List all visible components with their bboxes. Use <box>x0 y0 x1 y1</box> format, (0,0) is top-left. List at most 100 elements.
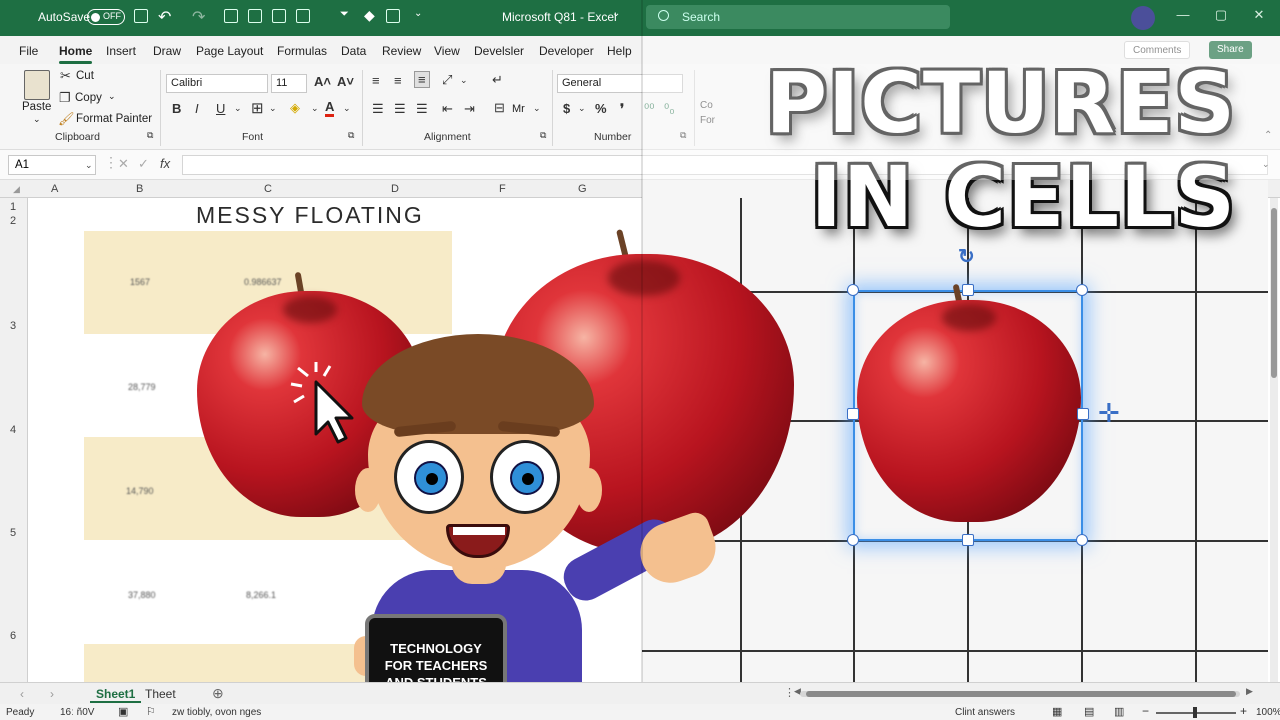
page-break-view-icon[interactable]: ▥ <box>1114 705 1124 718</box>
underline-icon[interactable]: U <box>216 101 225 116</box>
save-icon[interactable] <box>134 9 148 23</box>
print-icon[interactable] <box>296 9 310 23</box>
tab-home[interactable]: Home <box>59 44 93 64</box>
italic-icon[interactable]: I <box>195 101 199 116</box>
column-header-c[interactable]: C <box>264 183 272 195</box>
column-header-b[interactable]: B <box>136 183 143 195</box>
align-top-icon[interactable]: ≡ <box>372 73 380 88</box>
fill-color-icon[interactable]: ◈ <box>290 100 300 116</box>
tab-file[interactable]: File <box>19 44 38 58</box>
scroll-right-icon[interactable]: ▶ <box>1246 686 1253 697</box>
search-box[interactable]: Search <box>646 5 950 29</box>
bold-icon[interactable]: B <box>172 101 181 116</box>
tab-page-layout[interactable]: Page Layout <box>196 44 263 58</box>
filter-icon[interactable]: ⏷ <box>340 8 349 21</box>
font-launcher-icon[interactable]: ⧉ <box>348 130 354 141</box>
column-header-a[interactable]: A <box>51 183 58 195</box>
tab-data[interactable]: Data <box>341 44 366 58</box>
percent-icon[interactable]: % <box>595 101 607 116</box>
rotate-handle-icon[interactable]: ↻ <box>958 244 975 269</box>
prev-sheet-icon[interactable]: ‹ <box>20 687 24 701</box>
zoom-in-icon[interactable]: + <box>1240 704 1247 718</box>
grow-font-icon[interactable]: A˄ <box>314 74 331 89</box>
add-sheet-icon[interactable]: ⊕ <box>212 685 224 702</box>
align-right-icon[interactable]: ☰ <box>416 101 428 117</box>
zoom-out-icon[interactable]: − <box>1142 704 1149 718</box>
resize-handle[interactable] <box>962 284 974 296</box>
tab-view[interactable]: View <box>434 44 460 58</box>
underline-chevron-icon[interactable]: ⌄ <box>234 103 242 114</box>
customize-qat-icon[interactable]: ⌄ <box>414 8 422 19</box>
name-box-chevron-icon[interactable]: ⌄ <box>85 160 93 171</box>
shrink-font-icon[interactable]: A˅ <box>337 74 354 89</box>
format-painter-button[interactable]: Format Painter <box>76 113 152 125</box>
copy-button[interactable]: Copy <box>75 92 102 104</box>
paste-icon[interactable] <box>24 70 50 100</box>
borders-icon[interactable]: ⊞ <box>251 99 264 117</box>
title-chevron-down-icon[interactable]: ⌄ <box>612 8 620 19</box>
check-icon[interactable] <box>386 9 400 23</box>
cell-value[interactable]: 8,266.1 <box>246 590 276 600</box>
cell-value[interactable]: 1567 <box>130 277 150 287</box>
align-left-icon[interactable]: ☰ <box>372 101 384 117</box>
orientation-icon[interactable]: ⤢ <box>442 72 452 88</box>
increase-indent-icon[interactable]: ⇥ <box>464 101 475 117</box>
resize-handle[interactable] <box>962 534 974 546</box>
decrease-indent-icon[interactable]: ⇤ <box>442 101 453 117</box>
resize-handle[interactable] <box>847 408 859 420</box>
merge-chevron-icon[interactable]: ⌄ <box>533 103 541 114</box>
tab-develsler[interactable]: Develsler <box>474 44 524 58</box>
insert-function-icon[interactable]: fx <box>160 156 170 171</box>
copy-chevron-icon[interactable]: ⌄ <box>108 91 116 102</box>
close-icon[interactable]: ✕ <box>1252 8 1266 22</box>
zoom-level[interactable]: 100% <box>1256 707 1280 718</box>
tab-insert[interactable]: Insert <box>106 44 136 58</box>
merge-center-button[interactable]: Mr <box>512 103 525 115</box>
column-header-d[interactable]: D <box>391 183 399 195</box>
document-icon[interactable] <box>248 9 262 23</box>
name-box[interactable]: A1 <box>8 155 96 175</box>
resize-handle[interactable] <box>1077 408 1089 420</box>
row-header-3[interactable]: 3 <box>10 320 16 332</box>
font-name-select[interactable]: Calibri <box>166 74 268 93</box>
undo-icon[interactable]: ↶ <box>158 7 171 27</box>
autosave-toggle[interactable]: OFF <box>87 9 125 25</box>
redo-icon[interactable]: ↷ <box>192 7 205 27</box>
sheet-tab-theet[interactable]: Theet <box>145 687 176 701</box>
align-center-icon[interactable]: ☰ <box>394 101 406 117</box>
font-color-icon[interactable]: A <box>325 99 335 117</box>
accessibility-icon[interactable]: ⚐ <box>146 705 156 718</box>
currency-chevron-icon[interactable]: ⌄ <box>578 103 586 114</box>
cancel-icon[interactable]: ✕ <box>118 156 129 172</box>
paste-chevron-icon[interactable]: ⌄ <box>33 114 41 125</box>
zoom-slider-thumb[interactable] <box>1193 707 1197 718</box>
row-header-4[interactable]: 4 <box>10 424 16 436</box>
cell-value[interactable]: 28,779 <box>128 382 156 392</box>
row-header-1[interactable]: 1 <box>10 201 16 213</box>
merge-center-icon[interactable]: ⊟ <box>494 100 505 116</box>
row-header-5[interactable]: 5 <box>10 527 16 539</box>
fill-chevron-icon[interactable]: ⌄ <box>311 103 319 114</box>
enter-icon[interactable]: ✓ <box>138 156 149 172</box>
vertical-scroll-thumb[interactable] <box>1271 208 1277 378</box>
table-icon[interactable] <box>224 9 238 23</box>
status-right-text[interactable]: Clint answers <box>955 707 1015 718</box>
avatar[interactable] <box>1131 6 1155 30</box>
resize-handle[interactable] <box>847 284 859 296</box>
font-color-chevron-icon[interactable]: ⌄ <box>343 103 351 114</box>
tab-formulas[interactable]: Formulas <box>277 44 327 58</box>
clipboard-launcher-icon[interactable]: ⧉ <box>147 130 153 141</box>
align-bottom-icon[interactable]: ≡ <box>414 71 430 88</box>
sheet-tab-sheet1[interactable]: Sheet1 <box>90 687 142 703</box>
comma-style-icon[interactable]: ❜ <box>620 101 624 117</box>
paste-label[interactable]: Paste <box>22 101 51 113</box>
column-header-g[interactable]: G <box>578 183 587 195</box>
in-cell-apple-image[interactable] <box>857 300 1081 522</box>
borders-chevron-icon[interactable]: ⌄ <box>269 103 277 114</box>
column-header-f[interactable]: F <box>499 183 506 195</box>
currency-icon[interactable]: $ <box>563 101 570 116</box>
macro-record-icon[interactable]: ▣ <box>118 705 128 718</box>
maximize-icon[interactable]: ▢ <box>1214 8 1228 22</box>
page-layout-view-icon[interactable]: ▤ <box>1084 705 1094 718</box>
tab-review[interactable]: Review <box>382 44 421 58</box>
